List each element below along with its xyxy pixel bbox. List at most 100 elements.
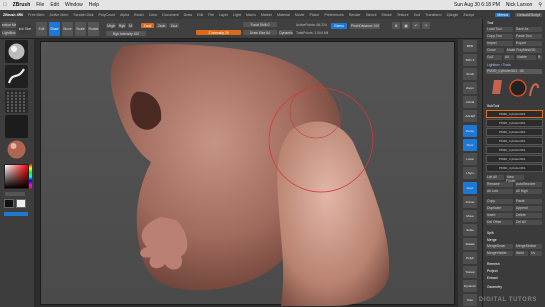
- shelf-rotate[interactable]: Rotate: [463, 238, 477, 250]
- autoreorder-button[interactable]: AutoReorder: [515, 182, 542, 187]
- sculpt-model[interactable]: [41, 42, 456, 306]
- del-other-button[interactable]: Del Other: [486, 220, 513, 225]
- shelf-scroll[interactable]: Scroll: [463, 68, 477, 80]
- menu-material[interactable]: Material: [277, 13, 290, 17]
- subtool-item-5[interactable]: PM3D_Cylinder3D1: [486, 146, 543, 154]
- edit-button[interactable]: Edit: [36, 22, 47, 36]
- grid-icon[interactable]: ▦: [402, 22, 410, 29]
- stroke-thumbnail[interactable]: [5, 65, 28, 88]
- delete-button[interactable]: Delete: [515, 213, 542, 218]
- m-button[interactable]: M: [128, 23, 133, 28]
- subtool-item-6[interactable]: PM3D_Cylinder3D1: [486, 155, 543, 163]
- shelf-zoom[interactable]: Zoom: [463, 82, 477, 94]
- dynamic-button[interactable]: Dynamic: [279, 30, 293, 35]
- shelf-actual[interactable]: Actual: [463, 96, 477, 108]
- focal-shift-slider[interactable]: Focal Shift 0: [243, 22, 277, 27]
- menu-transform[interactable]: Transform: [425, 13, 441, 17]
- merge-similar-button[interactable]: MergeSimilar: [515, 244, 542, 249]
- hue-slider[interactable]: [29, 164, 32, 189]
- switch-color-button[interactable]: [4, 212, 28, 216]
- menu-texture[interactable]: Texture: [397, 13, 409, 17]
- zadd-button[interactable]: Zadd: [141, 23, 154, 28]
- draw-button[interactable]: Draw: [49, 22, 60, 36]
- all-low-button[interactable]: All Low: [486, 189, 513, 194]
- weld-button[interactable]: Weld: [515, 251, 528, 256]
- subtool-item-7[interactable]: PM3D_Cylinder3D1: [486, 164, 543, 172]
- lightbox-tools-link[interactable]: Lightbox › Tools: [487, 62, 542, 68]
- shelf-solo[interactable]: Solo: [463, 294, 477, 306]
- apple-icon[interactable]: : [3, 2, 7, 8]
- color-picker[interactable]: [4, 164, 29, 189]
- shelf-polyf[interactable]: PolyF: [463, 252, 477, 264]
- user-name[interactable]: Nick Larson: [506, 2, 532, 8]
- mac-menu-file[interactable]: File: [36, 2, 44, 8]
- insert-button[interactable]: Insert: [486, 213, 513, 218]
- duplicate-button[interactable]: Duplicate: [486, 206, 513, 211]
- menu-macro[interactable]: Macro: [246, 13, 256, 17]
- tool-name-field[interactable]: PM3D_Cylinder3D1 . 48: [486, 69, 542, 74]
- subtool-item-3[interactable]: PM3D_Cylinder3D1: [486, 128, 543, 136]
- document-canvas[interactable]: [40, 41, 456, 306]
- shelf-spix[interactable]: SPix 3: [463, 54, 477, 66]
- menu-light[interactable]: Light: [233, 13, 241, 17]
- extract-header[interactable]: Extract: [487, 275, 542, 281]
- shelf-transp[interactable]: Transp: [463, 266, 477, 278]
- all-high-button[interactable]: All High: [515, 189, 542, 194]
- draw-size-slider[interactable]: Draw Size 64: [243, 30, 277, 35]
- remesh-header[interactable]: Remesh: [487, 261, 542, 267]
- mac-menu-help[interactable]: Help: [89, 2, 99, 8]
- menus-button[interactable]: Menus: [495, 12, 511, 17]
- quick-sketch-button[interactable]: Quick Sketch: [19, 24, 31, 34]
- shelf-local[interactable]: Local: [463, 153, 477, 165]
- geometry-header[interactable]: Geometry: [487, 284, 542, 290]
- shelf-aahalf[interactable]: AAHalf: [463, 110, 477, 122]
- visible-button[interactable]: Visible: [516, 55, 536, 60]
- lightbox-button[interactable]: LightBox: [2, 30, 16, 36]
- shelf-move[interactable]: Move: [463, 210, 477, 222]
- make-polymesh-button[interactable]: Make PolyMesh3D: [506, 48, 542, 53]
- r-button[interactable]: R: [538, 55, 542, 60]
- uv-button[interactable]: Uv: [530, 251, 542, 256]
- gear-icon[interactable]: ⚙: [392, 22, 400, 29]
- merge-header[interactable]: Merge: [487, 237, 542, 243]
- material-thumbnail[interactable]: [5, 138, 28, 161]
- copy-button[interactable]: Copy: [486, 199, 513, 204]
- merge-visible-button[interactable]: MergeVisible: [486, 251, 513, 256]
- paste-button[interactable]: Paste: [515, 199, 542, 204]
- menu-file[interactable]: File: [208, 13, 214, 17]
- main-color-swatch[interactable]: [4, 199, 14, 208]
- all-button[interactable]: All: [504, 55, 514, 60]
- gradient-toggle[interactable]: [5, 192, 25, 196]
- split-header[interactable]: Split: [487, 230, 542, 236]
- import-button[interactable]: Import: [486, 41, 513, 46]
- texture-thumbnail[interactable]: [5, 115, 28, 138]
- menu-zscript[interactable]: Zscript: [463, 13, 474, 17]
- scale-button[interactable]: Scale: [75, 22, 86, 36]
- shelf-persp[interactable]: Persp: [463, 125, 477, 137]
- brush-thumbnail[interactable]: [5, 40, 28, 63]
- menu-movie[interactable]: Movie: [295, 13, 305, 17]
- undo-icon[interactable]: ↶: [412, 22, 420, 29]
- gizmo-button[interactable]: Gizmo: [331, 23, 347, 29]
- pinch-distance-slider[interactable]: PinchDistance 100: [350, 23, 380, 29]
- rotate-button[interactable]: Rotate: [88, 22, 99, 36]
- search-icon[interactable]: ⚲: [538, 2, 542, 8]
- shelf-gxyz[interactable]: Gxyz: [463, 182, 477, 194]
- mac-menu-window[interactable]: Window: [65, 2, 83, 8]
- export-button[interactable]: Export: [515, 41, 542, 46]
- menu-color[interactable]: Color: [149, 13, 158, 17]
- shelf-lsym[interactable]: LSym: [463, 167, 477, 179]
- move-button[interactable]: Move: [62, 22, 73, 36]
- menu-draw[interactable]: Draw: [184, 13, 192, 17]
- redo-icon[interactable]: ↷: [422, 22, 430, 29]
- menu-tool[interactable]: Tool: [414, 13, 421, 17]
- menu-marker[interactable]: Marker: [261, 13, 272, 17]
- subtool-header[interactable]: SubTool: [487, 103, 542, 109]
- zsub-button[interactable]: Zsub: [156, 23, 167, 28]
- menu-render[interactable]: Render: [349, 13, 361, 17]
- mac-menu-edit[interactable]: Edit: [50, 2, 59, 8]
- shelf-dynamic[interactable]: Dynamic: [463, 280, 477, 292]
- subtool-item-4[interactable]: PM3D_Cylinder3D1: [486, 137, 543, 145]
- tool-thumbnails[interactable]: [488, 76, 540, 101]
- subtool-item-1[interactable]: PM3D_Cylinder3D1: [486, 110, 543, 118]
